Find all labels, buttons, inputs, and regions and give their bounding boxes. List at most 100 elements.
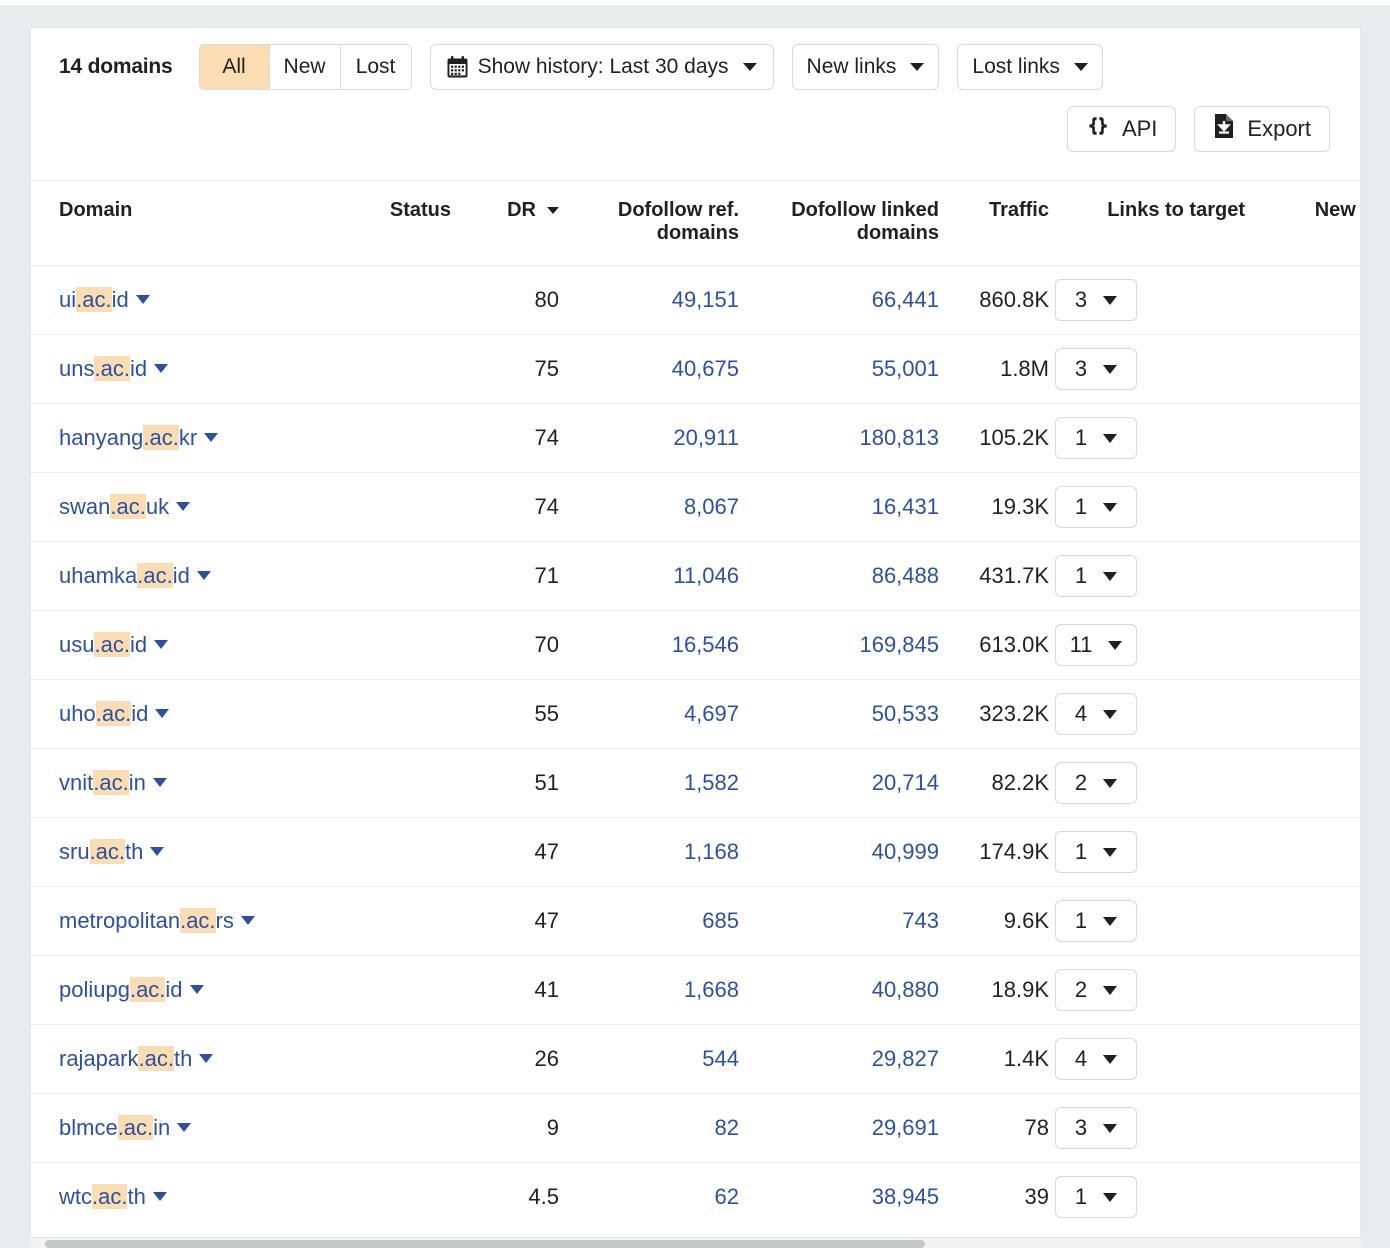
links-to-target-select[interactable]: 1	[1055, 486, 1137, 528]
dofollow-linked-domains-link[interactable]: 55,001	[872, 356, 939, 381]
dofollow-linked-domains-link[interactable]: 743	[902, 908, 939, 933]
domain-link[interactable]: vnit.ac.in	[59, 770, 146, 795]
links-to-target-select[interactable]: 1	[1055, 555, 1137, 597]
domain-link[interactable]: hanyang.ac.kr	[59, 425, 197, 450]
dofollow-linked-domains-link[interactable]: 86,488	[872, 563, 939, 588]
cell-domain: uhamka.ac.id	[31, 542, 331, 611]
domain-link[interactable]: sru.ac.th	[59, 839, 143, 864]
dofollow-linked-domains-link[interactable]: 38,945	[872, 1184, 939, 1209]
column-header-dofollow-ref-domains[interactable]: Dofollow ref. domains	[559, 181, 739, 266]
new-links-dropdown[interactable]: New links	[792, 44, 940, 90]
domain-menu-chevron-down-icon[interactable]	[150, 847, 164, 856]
dofollow-linked-domains-link[interactable]: 20,714	[872, 770, 939, 795]
links-to-target-select[interactable]: 2	[1055, 762, 1137, 804]
dofollow-ref-domains-link[interactable]: 20,911	[673, 425, 739, 450]
links-to-target-select[interactable]: 2	[1055, 969, 1137, 1011]
domain-menu-chevron-down-icon[interactable]	[199, 1054, 213, 1063]
domain-name-highlight: .ac.	[93, 770, 128, 795]
dofollow-ref-domains-link[interactable]: 11,046	[673, 563, 739, 588]
horizontal-scrollbar-thumb[interactable]	[45, 1240, 925, 1248]
domains-table-scroll-area[interactable]: Domain Status DR Dofollow ref. domains D…	[31, 180, 1360, 1232]
dofollow-ref-domains-link[interactable]: 1,168	[684, 839, 739, 864]
chevron-down-icon	[1103, 1193, 1117, 1202]
domain-menu-chevron-down-icon[interactable]	[190, 985, 204, 994]
domain-link[interactable]: poliupg.ac.id	[59, 977, 183, 1002]
domain-menu-chevron-down-icon[interactable]	[136, 295, 150, 304]
column-header-status[interactable]: Status	[331, 181, 451, 266]
dofollow-ref-domains-link[interactable]: 16,546	[672, 632, 739, 657]
dofollow-ref-domains-link[interactable]: 49,151	[672, 287, 739, 312]
dofollow-linked-domains-link[interactable]: 40,999	[872, 839, 939, 864]
dofollow-ref-domains-link[interactable]: 40,675	[672, 356, 739, 381]
links-to-target-select[interactable]: 1	[1055, 831, 1137, 873]
dofollow-ref-domains-link[interactable]: 1,582	[684, 770, 739, 795]
links-to-target-select[interactable]: 1	[1055, 900, 1137, 942]
domain-menu-chevron-down-icon[interactable]	[153, 1192, 167, 1201]
domain-link[interactable]: metropolitan.ac.rs	[59, 908, 234, 933]
dofollow-linked-domains-link[interactable]: 29,691	[872, 1115, 939, 1140]
links-to-target-select[interactable]: 3	[1055, 279, 1137, 321]
show-history-dropdown[interactable]: Show history: Last 30 days	[430, 44, 774, 90]
lost-links-dropdown[interactable]: Lost links	[957, 44, 1103, 90]
links-to-target-select[interactable]: 11	[1055, 624, 1137, 666]
links-to-target-value: 1	[1075, 563, 1087, 589]
domain-menu-chevron-down-icon[interactable]	[155, 709, 169, 718]
dofollow-ref-domains-link[interactable]: 1,668	[684, 977, 739, 1002]
dofollow-ref-domains-link[interactable]: 82	[715, 1115, 739, 1140]
domain-menu-chevron-down-icon[interactable]	[177, 1123, 191, 1132]
domain-menu-chevron-down-icon[interactable]	[153, 778, 167, 787]
export-button[interactable]: Export	[1194, 106, 1330, 152]
api-button[interactable]: API	[1067, 106, 1176, 152]
dofollow-ref-domains-link[interactable]: 8,067	[684, 494, 739, 519]
horizontal-scrollbar[interactable]	[31, 1237, 1361, 1248]
cell-status	[331, 749, 451, 818]
filter-tab-new[interactable]: New	[270, 45, 341, 89]
dofollow-linked-domains-link[interactable]: 66,441	[872, 287, 939, 312]
dofollow-ref-domains-link[interactable]: 544	[702, 1046, 739, 1071]
links-to-target-value: 2	[1075, 770, 1087, 796]
domain-link[interactable]: usu.ac.id	[59, 632, 147, 657]
domain-link[interactable]: ui.ac.id	[59, 287, 129, 312]
domain-link[interactable]: uns.ac.id	[59, 356, 147, 381]
column-header-links-to-target[interactable]: Links to target	[1049, 181, 1245, 266]
links-to-target-select[interactable]: 1	[1055, 1176, 1137, 1218]
column-header-domain[interactable]: Domain	[31, 181, 331, 266]
column-header-new-links[interactable]: New links	[1245, 181, 1361, 266]
dofollow-ref-domains-link[interactable]: 62	[715, 1184, 739, 1209]
filter-tab-all[interactable]: All	[200, 45, 270, 89]
dofollow-linked-domains-link[interactable]: 180,813	[859, 425, 939, 450]
links-to-target-select[interactable]: 4	[1055, 1038, 1137, 1080]
cell-domain: uns.ac.id	[31, 335, 331, 404]
domain-menu-chevron-down-icon[interactable]	[154, 364, 168, 373]
cell-new-links	[1245, 335, 1361, 404]
domain-menu-chevron-down-icon[interactable]	[241, 916, 255, 925]
table-row: rajapark.ac.th2654429,8271.4K4	[31, 1025, 1361, 1094]
links-to-target-select[interactable]: 1	[1055, 417, 1137, 459]
domain-link[interactable]: uhamka.ac.id	[59, 563, 190, 588]
filter-tab-lost[interactable]: Lost	[341, 45, 411, 89]
domain-link[interactable]: blmce.ac.in	[59, 1115, 170, 1140]
dofollow-linked-domains-link[interactable]: 50,533	[872, 701, 939, 726]
cell-dofollow-linked-domains: 743	[739, 887, 939, 956]
dofollow-ref-domains-link[interactable]: 4,697	[684, 701, 739, 726]
dofollow-linked-domains-link[interactable]: 29,827	[872, 1046, 939, 1071]
domain-link[interactable]: wtc.ac.th	[59, 1184, 146, 1209]
domain-menu-chevron-down-icon[interactable]	[197, 571, 211, 580]
domain-menu-chevron-down-icon[interactable]	[204, 433, 218, 442]
column-header-dofollow-linked-domains[interactable]: Dofollow linked domains	[739, 181, 939, 266]
dofollow-ref-domains-link[interactable]: 685	[702, 908, 739, 933]
cell-links-to-target: 1	[1049, 887, 1245, 956]
dofollow-linked-domains-link[interactable]: 40,880	[872, 977, 939, 1002]
domain-link[interactable]: rajapark.ac.th	[59, 1046, 192, 1071]
dofollow-linked-domains-link[interactable]: 169,845	[859, 632, 939, 657]
links-to-target-select[interactable]: 4	[1055, 693, 1137, 735]
domain-link[interactable]: swan.ac.uk	[59, 494, 169, 519]
domain-link[interactable]: uho.ac.id	[59, 701, 148, 726]
links-to-target-select[interactable]: 3	[1055, 348, 1137, 390]
dofollow-linked-domains-link[interactable]: 16,431	[872, 494, 939, 519]
column-header-traffic[interactable]: Traffic	[939, 181, 1049, 266]
domain-menu-chevron-down-icon[interactable]	[176, 502, 190, 511]
links-to-target-select[interactable]: 3	[1055, 1107, 1137, 1149]
column-header-dr[interactable]: DR	[451, 181, 559, 266]
domain-menu-chevron-down-icon[interactable]	[154, 640, 168, 649]
